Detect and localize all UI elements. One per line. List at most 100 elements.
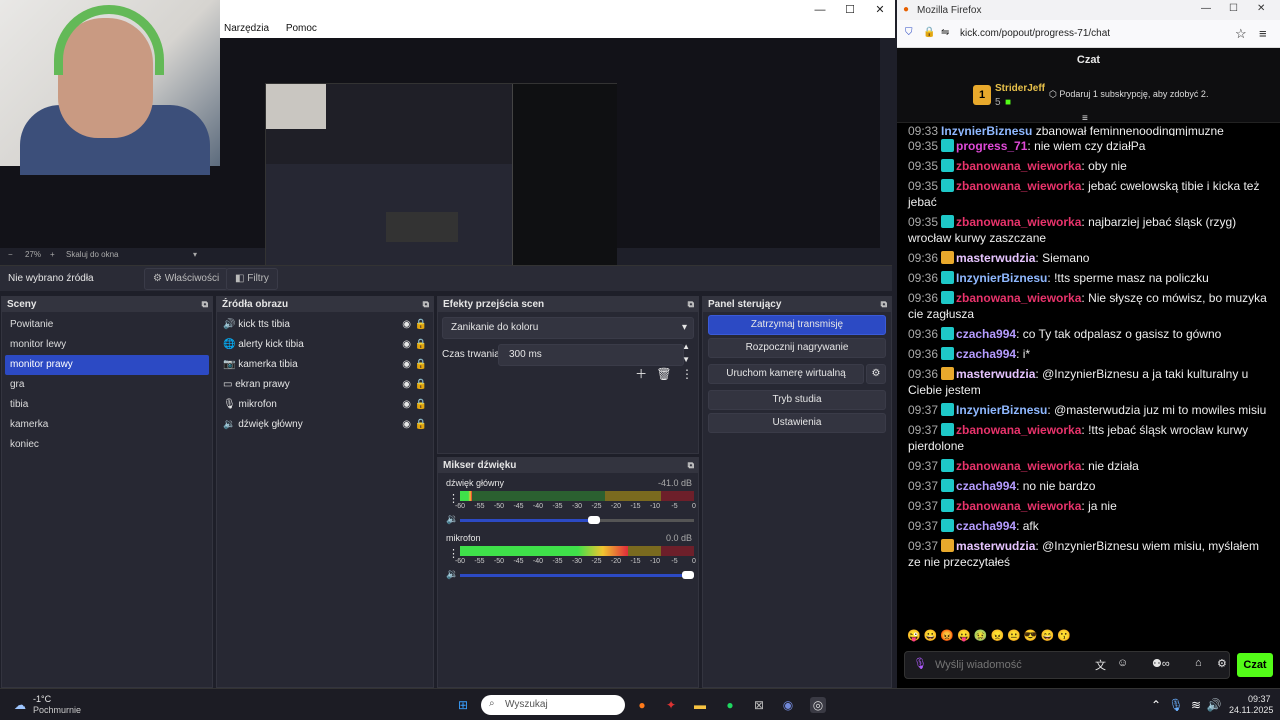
eye-icon[interactable]: ◉ [402, 395, 411, 415]
undock-icon[interactable]: ⧉ [881, 297, 887, 312]
duration-input[interactable]: 300 ms [498, 344, 684, 366]
maximize-icon[interactable]: ☐ [835, 0, 865, 20]
scene-item[interactable]: gra [2, 375, 212, 395]
close-icon[interactable]: ✕ [1257, 3, 1265, 14]
filters-button[interactable]: ◧ Filtry [226, 268, 278, 290]
volume-icon[interactable]: 🔊 [1206, 697, 1222, 713]
message-username[interactable]: czacha994 [956, 479, 1016, 493]
volume-slider[interactable] [460, 571, 694, 579]
permissions-icon[interactable]: ⇋ [941, 27, 949, 38]
scene-item[interactable]: koniec [2, 435, 212, 455]
close-icon[interactable]: ✕ [865, 0, 895, 20]
message-username[interactable]: zbanowana_wieworka [956, 423, 1081, 437]
minimize-icon[interactable]: — [805, 0, 835, 20]
message-username[interactable]: InzynierBiznesu [956, 271, 1047, 285]
scene-item[interactable]: kamerka [2, 415, 212, 435]
clock-time[interactable]: 09:37 [1248, 694, 1271, 704]
eye-icon[interactable]: ◉ [402, 415, 411, 435]
eye-icon[interactable]: ◉ [402, 375, 411, 395]
address-bar[interactable]: ⛉ 🔒 ⇋ kick.com/popout/progress-71/chat ☆… [897, 20, 1280, 48]
message-username[interactable]: InzynierBiznesu [956, 403, 1047, 417]
spin-up-icon[interactable]: ▲ [682, 342, 690, 351]
lock-icon[interactable]: 🔒 [923, 27, 935, 38]
message-username[interactable]: zbanowana_wieworka [956, 179, 1081, 193]
message-username[interactable]: zbanowana_wieworka [956, 159, 1081, 173]
message-username[interactable]: progress_71 [956, 139, 1027, 153]
lock-icon[interactable]: 🔒 [415, 415, 427, 435]
menu-icon[interactable]: ≡ [1259, 26, 1267, 41]
taskbar-search[interactable]: ⌕ Wyszukaj [481, 695, 625, 715]
gifter-name[interactable]: StriderJeff [995, 83, 1045, 94]
gear-icon[interactable]: ⚙ [866, 364, 886, 384]
source-item[interactable]: ▭ ekran prawy ◉ 🔒 [217, 375, 433, 395]
eye-icon[interactable]: ◉ [402, 315, 411, 335]
shield-icon[interactable]: ⛉ [905, 27, 913, 38]
maximize-icon[interactable]: ☐ [1229, 3, 1238, 14]
add-icon[interactable]: ＋ [635, 367, 647, 381]
lock-icon[interactable]: 🔒 [415, 395, 427, 415]
weather-desc[interactable]: Pochmurnie [33, 705, 81, 715]
lock-icon[interactable]: 🔒 [415, 315, 427, 335]
zoom-mode[interactable]: Skaluj do okna [66, 250, 118, 259]
virtual-camera-button[interactable]: Uruchom kamerę wirtualną [708, 364, 864, 384]
scene-item[interactable]: Powitanie [2, 315, 212, 335]
gear-icon[interactable]: ⚙ [1217, 657, 1227, 670]
folder-icon[interactable]: ▬ [692, 697, 708, 713]
message-username[interactable]: zbanowana_wieworka [956, 215, 1081, 229]
scene-item-selected[interactable]: monitor prawy [5, 355, 209, 375]
send-chat-button[interactable]: Czat [1237, 653, 1273, 677]
microphone-icon[interactable]: 🎙 [913, 657, 927, 670]
lock-icon[interactable]: 🔒 [415, 375, 427, 395]
undock-icon[interactable]: ⧉ [202, 297, 208, 312]
bookmark-star-icon[interactable]: ☆ [1235, 26, 1247, 42]
translate-icon[interactable]: 文 [1095, 657, 1106, 673]
microphone-icon[interactable]: 🎙 [1168, 697, 1184, 713]
speaker-icon[interactable]: 🔉 [446, 569, 458, 580]
message-username[interactable]: czacha994 [956, 519, 1016, 533]
menu-tools[interactable]: Narzędzia [224, 23, 269, 34]
windows-start-icon[interactable]: ⊞ [455, 697, 471, 713]
app-icon[interactable]: ⊠ [751, 697, 767, 713]
eye-icon[interactable]: ◉ [402, 335, 411, 355]
source-item[interactable]: 🌐 alerty kick tibia ◉ 🔒 [217, 335, 433, 355]
eye-icon[interactable]: ◉ [402, 355, 411, 375]
undock-icon[interactable]: ⧉ [688, 458, 694, 473]
source-item[interactable]: 🎙 mikrofon ◉ 🔒 [217, 395, 433, 415]
firefox-icon[interactable]: ● [634, 697, 650, 713]
message-username[interactable]: czacha994 [956, 327, 1016, 341]
message-username[interactable]: masterwudzia [956, 367, 1035, 381]
lock-icon[interactable]: 🔒 [415, 355, 427, 375]
discord-icon[interactable]: ◉ [780, 697, 796, 713]
message-username[interactable]: masterwudzia [956, 251, 1035, 265]
users-icon[interactable]: ⚉∞ [1152, 657, 1170, 670]
volume-slider[interactable] [460, 516, 694, 524]
message-username[interactable]: zbanowana_wieworka [956, 291, 1081, 305]
message-username[interactable]: zbanowana_wieworka [956, 459, 1081, 473]
emote-row[interactable]: 😜😀😡😛🤢😠😐😎😄😗 [907, 629, 1074, 642]
trash-icon[interactable]: 🗑 [656, 367, 671, 381]
emoji-icon[interactable]: ☺ [1117, 657, 1128, 669]
wifi-icon[interactable]: ≋ [1188, 697, 1204, 713]
message-username[interactable]: czacha994 [956, 347, 1016, 361]
chevron-down-icon[interactable]: ▾ [193, 250, 197, 259]
undock-icon[interactable]: ⧉ [423, 297, 429, 312]
properties-button[interactable]: ⚙ Właściwości [144, 268, 229, 290]
source-item[interactable]: 📷 kamerka tibia ◉ 🔒 [217, 355, 433, 375]
menu-help[interactable]: Pomoc [286, 23, 317, 34]
settings-button[interactable]: Ustawienia [708, 413, 886, 433]
chat-input[interactable]: 🎙 文 ☺ [904, 651, 1230, 679]
volume-knob[interactable] [682, 571, 694, 579]
weather-temp[interactable]: -1°C [33, 694, 51, 704]
start-recording-button[interactable]: Rozpocznij nagrywanie [708, 338, 886, 358]
clock-date[interactable]: 24.11.2025 [1229, 705, 1273, 715]
promo-text[interactable]: ⬡ Podaruj 1 subskrypcję, aby zdobyć 2. [1049, 89, 1208, 100]
minimize-icon[interactable]: — [1201, 3, 1211, 14]
spotify-icon[interactable]: ● [722, 697, 738, 713]
stop-stream-button[interactable]: Zatrzymaj transmisję [708, 315, 886, 335]
more-icon[interactable]: ⋮ [681, 367, 693, 381]
transition-select[interactable]: Zanikanie do koloru ▾ [442, 317, 694, 339]
speaker-icon[interactable]: 🔉 [446, 514, 458, 525]
scene-item[interactable]: monitor lewy [2, 335, 212, 355]
lock-icon[interactable]: 🔒 [415, 335, 427, 355]
url-text[interactable]: kick.com/popout/progress-71/chat [960, 28, 1110, 39]
